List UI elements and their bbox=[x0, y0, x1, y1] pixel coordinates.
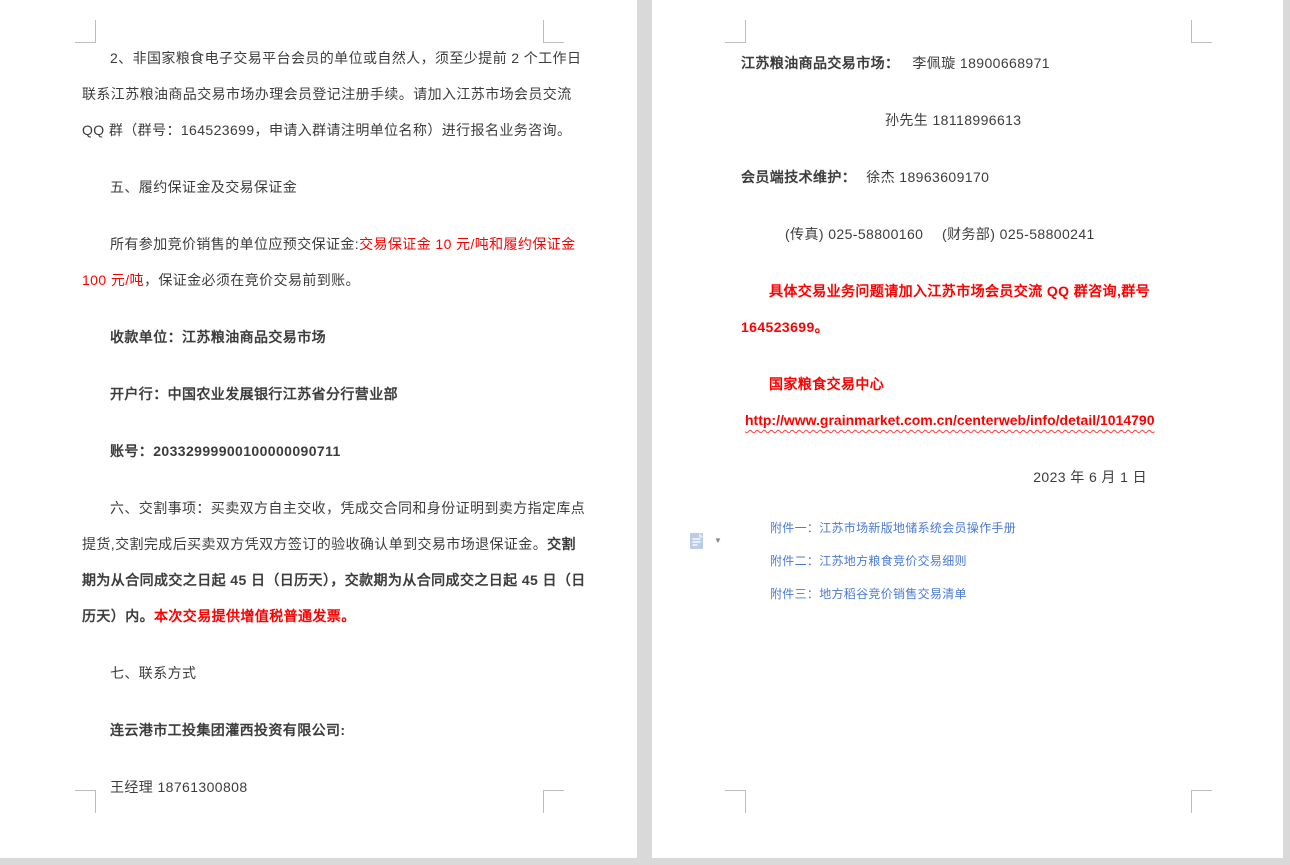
crop-mark-bottom-left-icon bbox=[725, 790, 746, 813]
page-2-text-area: 江苏粮油商品交易市场： 李佩璇 18900668971 孙先生 181189966… bbox=[741, 45, 1203, 611]
tech-support-label: 会员端技术维护： bbox=[741, 169, 856, 185]
tech-support-value: 徐杰 18963609170 bbox=[866, 169, 989, 185]
market-contact-label: 江苏粮油商品交易市场： bbox=[741, 55, 899, 71]
crop-mark-top-right-icon bbox=[1191, 20, 1212, 43]
page-1-text-area: 2、非国家粮食电子交易平台会员的单位或自然人，须至少提前 2 个工作日 联系江苏… bbox=[82, 40, 552, 826]
heading-section-7: 七、联系方式 bbox=[82, 655, 552, 691]
attachment-links: 附件一：江苏市场新版地储系统会员操作手册 附件二：江苏地方粮食竞价交易细则 附件… bbox=[741, 512, 1203, 611]
account-number-line: 账号：20332999900100000090711 bbox=[82, 433, 552, 469]
attachment-2-label: 附件二： bbox=[770, 554, 819, 568]
grain-center-url-text: http://www.grainmarket.com.cn/centerweb/… bbox=[745, 412, 1155, 428]
document-date-line: 2023 年 6 月 1 日 bbox=[741, 459, 1203, 495]
crop-mark-top-left-icon bbox=[725, 20, 746, 43]
secondary-contact-text: 孙先生 18118996613 bbox=[885, 112, 1022, 128]
text-line: 2、非国家粮食电子交易平台会员的单位或自然人，须至少提前 2 个工作日 bbox=[82, 40, 552, 76]
attachment-row: 附件三：地方稻谷竞价销售交易清单 bbox=[770, 578, 1203, 611]
delivery-text: 提货,交割完成后买卖双方凭双方签订的验收确认单到交易市场退保证金。 bbox=[82, 536, 547, 552]
market-contact-value: 李佩璇 18900668971 bbox=[912, 55, 1050, 71]
heading-section-5: 五、履约保证金及交易保证金 bbox=[82, 169, 552, 205]
company-name-text: 连云港市工投集团灌西投资有限公司: bbox=[110, 722, 345, 738]
paste-options-button[interactable]: ▼ bbox=[686, 530, 722, 552]
bank-text: 开户行：中国农业发展银行江苏省分行营业部 bbox=[110, 386, 398, 402]
secondary-contact-line: 孙先生 18118996613 bbox=[741, 102, 1203, 138]
deposit-amount-text: 交易保证金 10 元/吨和履约保证金 bbox=[359, 236, 575, 252]
fax-finance-line: (传真) 025-58800160 (财务部) 025-58800241 bbox=[741, 216, 1203, 252]
attachment-1-label: 附件一： bbox=[770, 521, 819, 535]
heading-text: 七、联系方式 bbox=[110, 665, 196, 681]
tech-support-line: 会员端技术维护： 徐杰 18963609170 bbox=[741, 159, 1203, 195]
paste-options-icon bbox=[686, 530, 708, 552]
delivery-period-text: 交割 bbox=[547, 536, 576, 552]
text-line: 历天）内。本次交易提供增值税普通发票。 bbox=[82, 598, 552, 634]
dropdown-caret-icon[interactable]: ▼ bbox=[714, 530, 722, 552]
qq-group-notice-line: 具体交易业务问题请加入江苏市场会员交流 QQ 群咨询,群号164523699。 bbox=[741, 273, 1203, 345]
attachment-3-link[interactable]: 地方稻谷竞价销售交易清单 bbox=[819, 587, 967, 601]
bank-line: 开户行：中国农业发展银行江苏省分行营业部 bbox=[82, 376, 552, 412]
payee-text: 收款单位：江苏粮油商品交易市场 bbox=[110, 329, 326, 345]
text-line: 100 元/吨，保证金必须在竞价交易前到账。 bbox=[82, 262, 552, 298]
text-line: 期为从合同成交之日起 45 日（日历天），交款期为从合同成交之日起 45 日（日 bbox=[82, 562, 552, 598]
crop-mark-bottom-right-icon bbox=[1191, 790, 1212, 813]
market-contact-line: 江苏粮油商品交易市场： 李佩璇 18900668971 bbox=[741, 45, 1203, 81]
text-line: 六、交割事项：买卖双方自主交收，凭成交合同和身份证明到卖方指定库点 bbox=[82, 490, 552, 526]
document-page-2: ▼ 江苏粮油商品交易市场： 李佩璇 18900668971 孙先生 1811899… bbox=[652, 0, 1283, 858]
text-line: 所有参加竞价销售的单位应预交保证金:交易保证金 10 元/吨和履约保证金 bbox=[82, 226, 552, 262]
text-line: http://www.grainmarket.com.cn/centerweb/… bbox=[741, 402, 1203, 438]
fax-finance-text: (传真) 025-58800160 (财务部) 025-58800241 bbox=[785, 226, 1095, 242]
attachment-row: 附件一：江苏市场新版地储系统会员操作手册 bbox=[770, 512, 1203, 545]
company-line: 连云港市工投集团灌西投资有限公司: bbox=[82, 712, 552, 748]
deposit-amount-text: 100 元/吨 bbox=[82, 272, 144, 288]
deposit-intro-text: 所有参加竞价销售的单位应预交保证金: bbox=[110, 236, 359, 252]
delivery-period-text: 历天）内。 bbox=[82, 608, 154, 624]
account-number-text: 账号：20332999900100000090711 bbox=[110, 443, 341, 459]
qq-group-notice-text: 具体交易业务问题请加入江苏市场会员交流 QQ 群咨询,群号164523699。 bbox=[741, 283, 1150, 335]
manager-contact-text: 王经理 18761300808 bbox=[110, 779, 248, 795]
grain-center-name-text: 国家粮食交易中心 bbox=[741, 366, 1203, 402]
text-line: QQ 群（群号：164523699，申请入群请注明单位名称）进行报名业务咨询。 bbox=[82, 112, 552, 148]
heading-text: 五、履约保证金及交易保证金 bbox=[110, 179, 297, 195]
text-line: 联系江苏粮油商品交易市场办理会员登记注册手续。请加入江苏市场会员交流 bbox=[82, 76, 552, 112]
attachment-1-link[interactable]: 江苏市场新版地储系统会员操作手册 bbox=[819, 521, 1016, 535]
document-date-text: 2023 年 6 月 1 日 bbox=[1033, 469, 1147, 485]
invoice-notice-text: 本次交易提供增值税普通发票。 bbox=[154, 608, 356, 624]
grain-center-block: 国家粮食交易中心 http://www.grainmarket.com.cn/c… bbox=[741, 366, 1203, 438]
paragraph-delivery: 六、交割事项：买卖双方自主交收，凭成交合同和身份证明到卖方指定库点 提货,交割完… bbox=[82, 490, 552, 634]
word-print-layout-canvas: { "colors": { "canvas_bg": "#d9d9d9", "p… bbox=[0, 0, 1290, 865]
payee-line: 收款单位：江苏粮油商品交易市场 bbox=[82, 319, 552, 355]
deposit-note-text: ，保证金必须在竞价交易前到账。 bbox=[144, 272, 360, 288]
paragraph-membership-registration: 2、非国家粮食电子交易平台会员的单位或自然人，须至少提前 2 个工作日 联系江苏… bbox=[82, 40, 552, 148]
text-line: 提货,交割完成后买卖双方凭双方签订的验收确认单到交易市场退保证金。交割 bbox=[82, 526, 552, 562]
manager-contact-line: 王经理 18761300808 bbox=[82, 769, 552, 805]
paragraph-deposit: 所有参加竞价销售的单位应预交保证金:交易保证金 10 元/吨和履约保证金 100… bbox=[82, 226, 552, 298]
attachment-row: 附件二：江苏地方粮食竞价交易细则 bbox=[770, 545, 1203, 578]
document-page-1: 2、非国家粮食电子交易平台会员的单位或自然人，须至少提前 2 个工作日 联系江苏… bbox=[0, 0, 637, 858]
attachment-2-link[interactable]: 江苏地方粮食竞价交易细则 bbox=[819, 554, 967, 568]
attachment-3-label: 附件三： bbox=[770, 587, 819, 601]
